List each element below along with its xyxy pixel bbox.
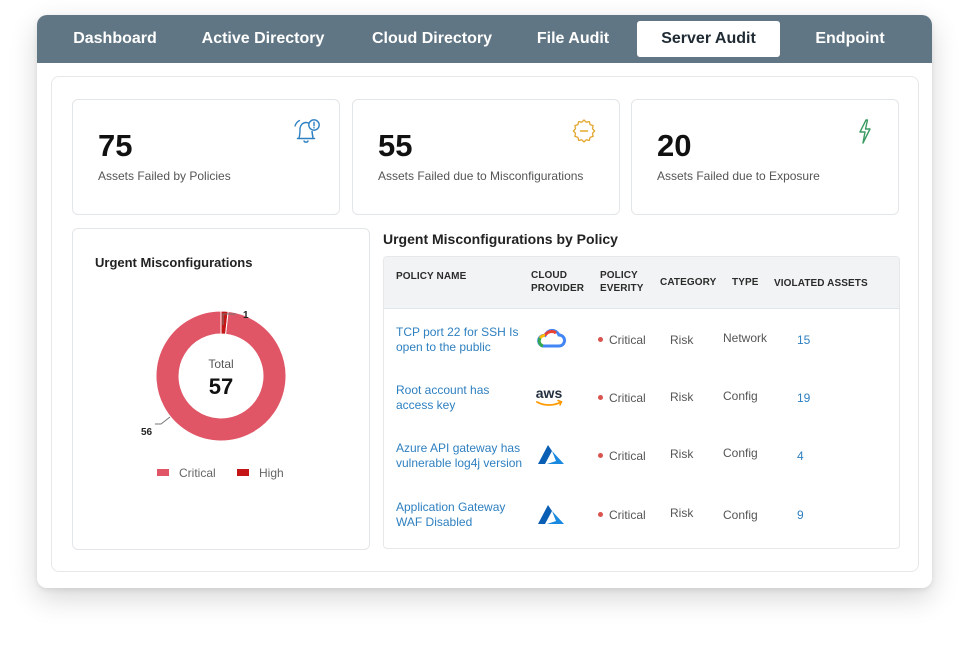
header-cloud-provider-line2: PROVIDER	[531, 283, 585, 294]
violated-assets-link[interactable]: 9	[797, 508, 804, 523]
table-row[interactable]: Application Gateway WAF Disabled Critica…	[384, 500, 899, 548]
severity-dot	[598, 512, 603, 518]
gear-icon	[572, 119, 596, 143]
category-cell: Risk	[670, 390, 694, 404]
stat-label: Assets Failed due to Exposure	[657, 169, 820, 183]
table-row[interactable]: TCP port 22 for SSH Is open to the publi…	[384, 325, 899, 383]
header-policy-name: POLICY NAME	[396, 271, 467, 282]
violated-assets-link[interactable]: 4	[797, 449, 804, 464]
donut-label-critical: 56	[141, 427, 153, 438]
severity-dot	[598, 337, 603, 343]
severity-text: Critical	[609, 508, 646, 522]
severity-cell: Critical	[598, 508, 646, 523]
type-cell: Config	[723, 508, 758, 522]
stat-value: 75	[98, 128, 133, 163]
header-violated-assets: VIOLATED ASSETS	[774, 278, 868, 289]
category-cell: Risk	[670, 447, 694, 461]
aws-icon: aws	[536, 385, 563, 406]
stat-value: 20	[657, 128, 692, 163]
content-layer: 75 Assets Failed by Policies 55 Assets F…	[37, 15, 932, 588]
stat-label: Assets Failed by Policies	[98, 169, 231, 183]
legend-swatch-high	[237, 469, 249, 476]
header-category: CATEGORY	[660, 277, 717, 288]
policy-table: POLICY NAME CLOUD PROVIDER POLICY EVERIT…	[383, 256, 900, 549]
lightning-icon	[859, 119, 871, 144]
stat-card-exposure[interactable]: 20 Assets Failed due to Exposure	[631, 99, 899, 215]
category-cell: Risk	[670, 333, 694, 347]
header-cloud-provider-line1: CLOUD	[531, 270, 568, 281]
stat-label: Assets Failed due to Misconfigurations	[378, 169, 584, 183]
header-type: TYPE	[732, 277, 759, 288]
donut-label-high: 1	[243, 310, 249, 321]
table-header: POLICY NAME CLOUD PROVIDER POLICY EVERIT…	[384, 257, 899, 309]
severity-text: Critical	[609, 333, 646, 347]
alarm-bell-icon	[294, 119, 320, 143]
azure-icon	[538, 445, 564, 464]
legend-swatch-critical	[157, 469, 169, 476]
severity-cell: Critical	[598, 449, 646, 464]
severity-cell: Critical	[598, 333, 646, 348]
donut-chart: Total 57 1 56 Critical High	[141, 310, 287, 480]
header-policy-severity-line1: POLICY	[600, 270, 638, 281]
legend-label-high: High	[259, 466, 284, 480]
category-cell: Risk	[670, 506, 694, 520]
type-cell: Config	[723, 446, 758, 460]
policy-name-link[interactable]: TCP port 22 for SSH Is open to the publi…	[396, 325, 526, 355]
severity-text: Critical	[609, 391, 646, 405]
policy-name-link[interactable]: Application Gateway WAF Disabled	[396, 500, 526, 530]
severity-cell: Critical	[598, 391, 646, 406]
severity-dot	[598, 453, 603, 459]
header-policy-severity-line2: EVERITY	[600, 283, 644, 294]
google-cloud-icon	[537, 328, 566, 348]
table-row[interactable]: Azure API gateway has vulnerable log4j v…	[384, 441, 899, 499]
leader-line-critical	[155, 416, 171, 425]
severity-dot	[598, 395, 603, 401]
donut-total-label: Total	[208, 357, 233, 371]
aws-text: aws	[536, 385, 563, 401]
donut-total-value: 57	[209, 374, 233, 399]
type-cell: Network	[723, 331, 768, 345]
violated-assets-link[interactable]: 15	[797, 333, 810, 348]
legend-label-critical: Critical	[179, 466, 216, 480]
stat-card-misconfigurations[interactable]: 55 Assets Failed due to Misconfiguration…	[352, 99, 620, 215]
policy-name-link[interactable]: Root account has access key	[396, 383, 526, 413]
policy-name-link[interactable]: Azure API gateway has vulnerable log4j v…	[396, 441, 528, 471]
stat-card-policies[interactable]: 75 Assets Failed by Policies	[72, 99, 340, 215]
table-row[interactable]: Root account has access key aws Critical…	[384, 383, 899, 441]
table-title: Urgent Misconfigurations by Policy	[383, 231, 618, 247]
violated-assets-link[interactable]: 19	[797, 391, 810, 406]
type-cell: Config	[723, 389, 758, 403]
stat-value: 55	[378, 128, 413, 163]
urgent-misconfigurations-card: Urgent Misconfigurations Total 57 1 56 C…	[72, 228, 370, 550]
azure-icon	[538, 505, 564, 524]
severity-text: Critical	[609, 449, 646, 463]
